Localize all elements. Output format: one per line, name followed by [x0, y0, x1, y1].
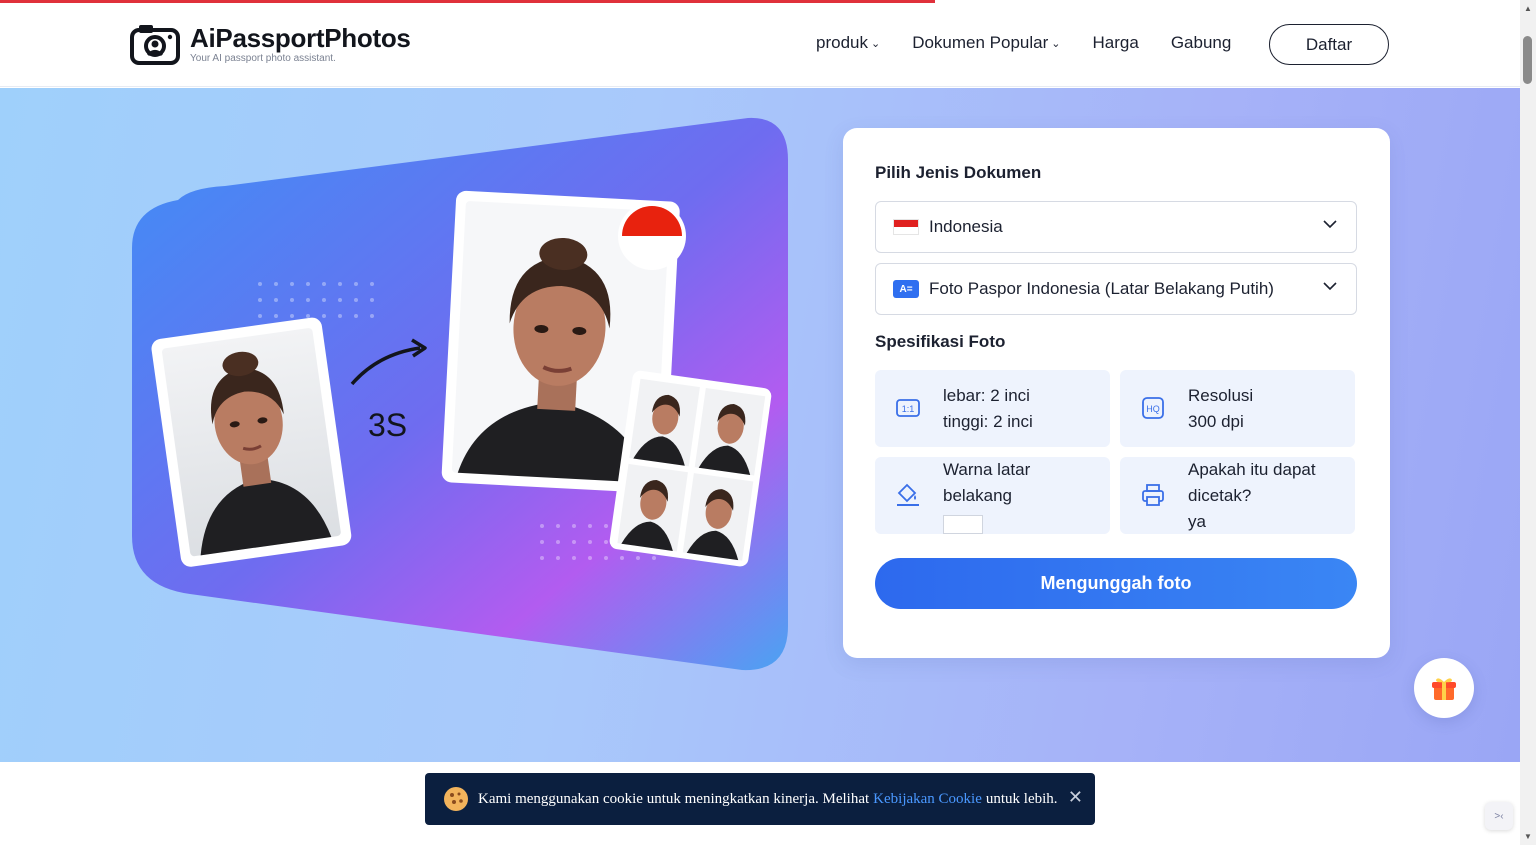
document-form-card: Pilih Jenis Dokumen Indonesia A= Foto Pa… — [843, 128, 1390, 658]
scrollbar[interactable] — [1520, 0, 1536, 845]
brand-logo[interactable]: AiPassportPhotos Your AI passport photo … — [130, 23, 411, 65]
nav-produk-label: produk — [816, 33, 868, 52]
paint-bucket-icon — [897, 483, 919, 506]
cookie-icon — [444, 787, 468, 811]
spec-print-label-1: Apakah itu dapat — [1188, 460, 1316, 479]
nav-produk[interactable]: produk ⌄ — [816, 33, 880, 53]
brand-name: AiPassportPhotos — [190, 23, 411, 53]
scroll-down-arrow-icon[interactable]: ▼ — [1524, 832, 1532, 841]
spec-print-value: ya — [1188, 512, 1206, 531]
hq-icon: HQ — [1142, 397, 1164, 419]
id-card-icon: A= — [893, 280, 919, 298]
nav-gabung[interactable]: Gabung — [1171, 33, 1232, 53]
country-value: Indonesia — [929, 217, 1003, 236]
nav-dokumen-label: Dokumen Popular — [912, 33, 1049, 52]
gift-icon — [1432, 678, 1456, 700]
chevron-down-icon: ⌄ — [870, 37, 881, 50]
svg-text:1:1: 1:1 — [902, 404, 915, 414]
site-header: AiPassportPhotos Your AI passport photo … — [0, 3, 1520, 87]
background-color-swatch — [943, 515, 983, 534]
nav-dokumen-popular[interactable]: Dokumen Popular ⌄ — [912, 33, 1060, 53]
chevron-down-icon: ⌄ — [1051, 37, 1061, 50]
spec-printable: Apakah itu dapat dicetak? ya — [1120, 457, 1355, 534]
spec-resolution: HQ Resolusi 300 dpi — [1120, 370, 1355, 447]
spec-height: tinggi: 2 inci — [943, 412, 1033, 431]
country-select[interactable]: Indonesia — [875, 201, 1357, 253]
hero-illustration: 3S — [132, 117, 788, 671]
document-select[interactable]: A= Foto Paspor Indonesia (Latar Belakang… — [875, 263, 1357, 315]
printer-icon — [1142, 484, 1164, 506]
cookie-text: Kami menggunakan cookie untuk meningkatk… — [478, 790, 870, 807]
nav-harga-label: Harga — [1092, 33, 1139, 52]
gift-button[interactable] — [1414, 658, 1474, 718]
nav-harga[interactable]: Harga — [1093, 33, 1139, 53]
brand-tagline: Your AI passport photo assistant. — [190, 53, 336, 64]
spec-resolution-value: 300 dpi — [1188, 412, 1244, 431]
spec-background: Warna latar belakang — [875, 457, 1110, 534]
chevron-down-icon — [1323, 220, 1337, 229]
spec-resolution-label: Resolusi — [1188, 386, 1254, 405]
hero-section: 3S Pilih Jenis Dokumen Indonesia A= Foto… — [0, 88, 1520, 762]
indonesia-flag-badge — [618, 202, 686, 270]
indonesia-flag-icon — [893, 219, 919, 235]
cookie-policy-link[interactable]: Kebijakan Cookie — [873, 791, 982, 808]
cookie-suffix: untuk lebih. — [985, 790, 1058, 807]
spec-size: 1:1 lebar: 2 inci tinggi: 2 inci — [875, 370, 1110, 447]
cookie-banner: Kami menggunakan cookie untuk meningkatk… — [425, 773, 1095, 825]
document-type-title: Pilih Jenis Dokumen — [875, 163, 1042, 182]
chevron-down-icon — [1323, 282, 1337, 291]
scrollbar-thumb[interactable] — [1523, 36, 1532, 84]
photo-spec-title: Spesifikasi Foto — [875, 332, 1006, 351]
signup-button[interactable]: Daftar — [1269, 24, 1389, 65]
camera-logo-icon — [130, 25, 180, 65]
main-nav: produk ⌄ Dokumen Popular ⌄ Harga Gabung — [816, 33, 1263, 53]
document-value: Foto Paspor Indonesia (Latar Belakang Pu… — [929, 279, 1274, 298]
chat-icon: >‹ — [1494, 810, 1504, 822]
chat-widget-button[interactable]: >‹ — [1485, 802, 1513, 830]
scroll-up-arrow-icon[interactable]: ▲ — [1524, 4, 1532, 13]
original-photo — [151, 317, 352, 567]
upload-photo-button[interactable]: Mengunggah foto — [875, 558, 1357, 609]
spec-width: lebar: 2 inci — [943, 386, 1030, 405]
close-icon[interactable]: ✕ — [1068, 787, 1083, 808]
aspect-ratio-icon: 1:1 — [896, 399, 920, 417]
spec-print-label-2: dicetak? — [1188, 486, 1252, 505]
timer-label: 3S — [368, 407, 407, 443]
spec-bg-label-2: belakang — [943, 486, 1013, 505]
photo-sheet — [609, 370, 772, 567]
spec-bg-label-1: Warna latar — [943, 460, 1031, 479]
svg-text:HQ: HQ — [1146, 404, 1160, 414]
nav-gabung-label: Gabung — [1170, 33, 1232, 52]
